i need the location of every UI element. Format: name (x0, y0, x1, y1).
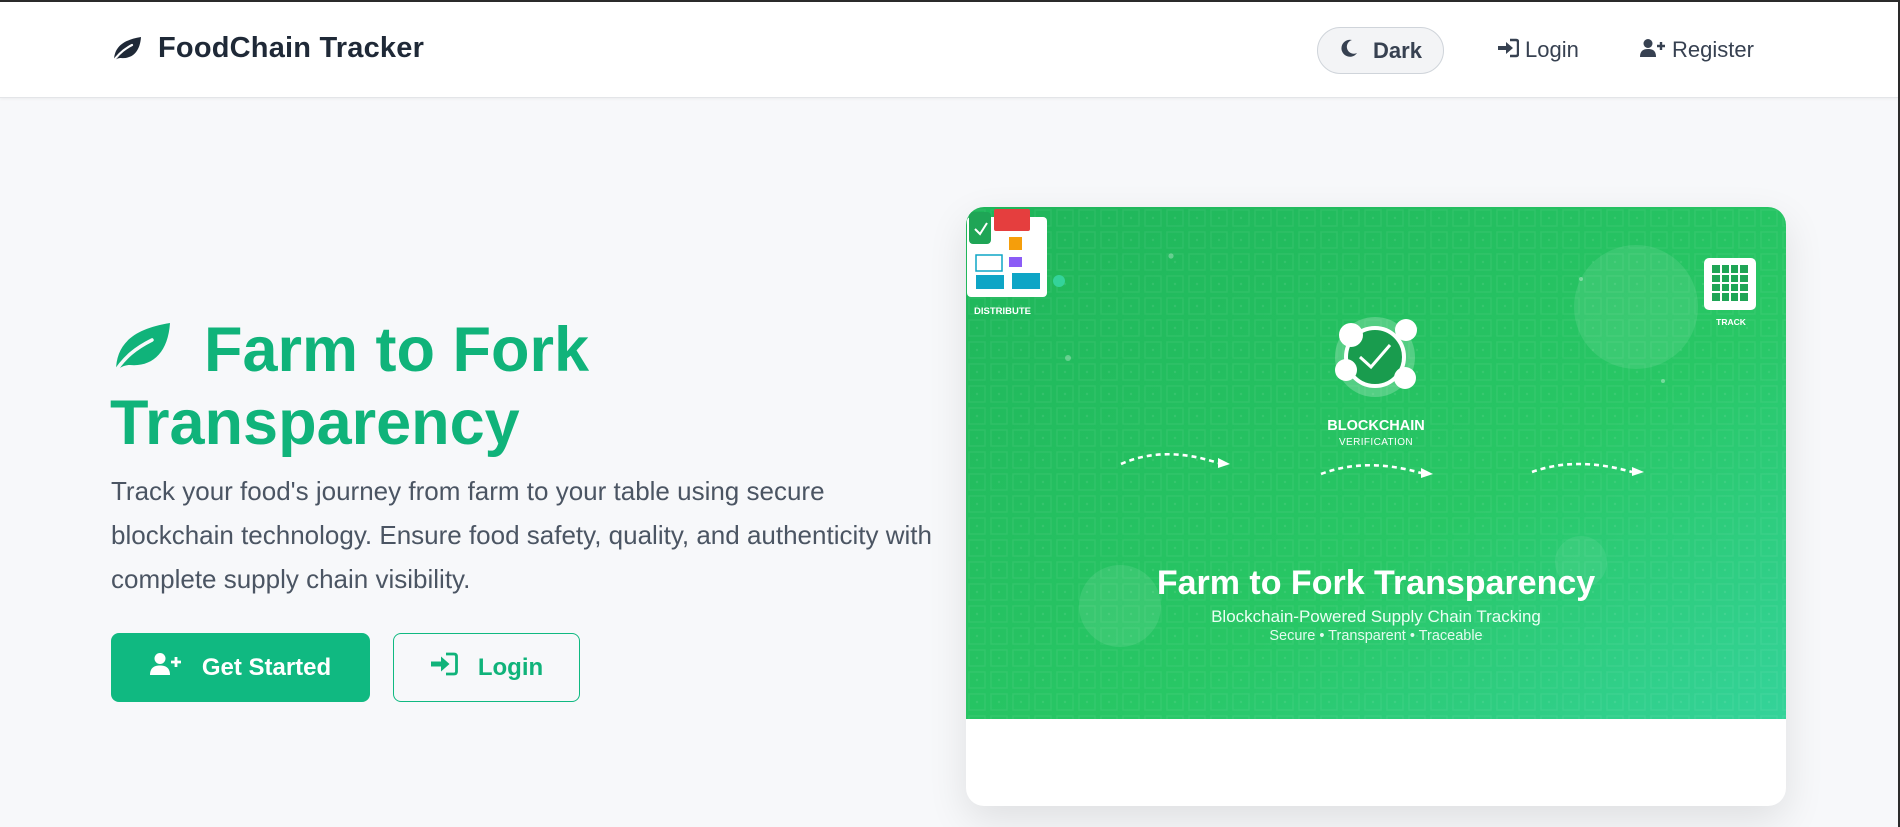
illustration-stage-label: DISTRIBUTE (974, 306, 1031, 317)
sign-in-icon (1497, 38, 1520, 63)
brand-name: FoodChain Tracker (158, 32, 425, 64)
sign-in-icon (430, 652, 458, 683)
hero-login-button[interactable]: Login (393, 633, 580, 702)
nav-register-label: Register (1672, 37, 1754, 62)
user-plus-icon (1640, 38, 1666, 63)
blockchain-label: BLOCKCHAIN (1327, 418, 1425, 434)
get-started-button[interactable]: Get Started (111, 633, 370, 702)
illustration-subtitle: Blockchain-Powered Supply Chain Tracking (1211, 607, 1541, 626)
blockchain-sub-label: VERIFICATION (1338, 437, 1414, 448)
illustration-tagline: Secure • Transparent • Traceable (1269, 628, 1483, 644)
supply-chain-illustration (966, 207, 1786, 719)
hero-login-label: Login (477, 653, 544, 681)
leaf-icon (110, 319, 174, 377)
illustration-title: Farm to Fork Transparency (1156, 564, 1596, 602)
leaf-icon (110, 34, 144, 64)
hero-illustration-card: DISTRIBUTE BLOCKCHAIN VERIFICATION TRACK… (966, 207, 1786, 806)
get-started-label: Get Started (201, 653, 332, 681)
nav-login-link[interactable]: Login (1497, 37, 1579, 63)
nav-login-label: Login (1525, 37, 1579, 62)
track-label: TRACK (1716, 317, 1746, 327)
hero-title-text: Farm to Fork Transparency (110, 315, 590, 458)
hero-title: Farm to Fork Transparency (110, 314, 930, 460)
dark-mode-toggle[interactable]: Dark (1317, 27, 1444, 74)
moon-icon (1339, 38, 1359, 63)
brand-link[interactable]: FoodChain Tracker (110, 32, 424, 65)
dark-toggle-label: Dark (1373, 37, 1422, 63)
user-plus-icon (149, 652, 182, 683)
top-navbar: FoodChain Tracker Dark Login Register (0, 2, 1898, 98)
nav-register-link[interactable]: Register (1640, 37, 1754, 63)
hero-description: Track your food's journey from farm to y… (111, 476, 932, 594)
